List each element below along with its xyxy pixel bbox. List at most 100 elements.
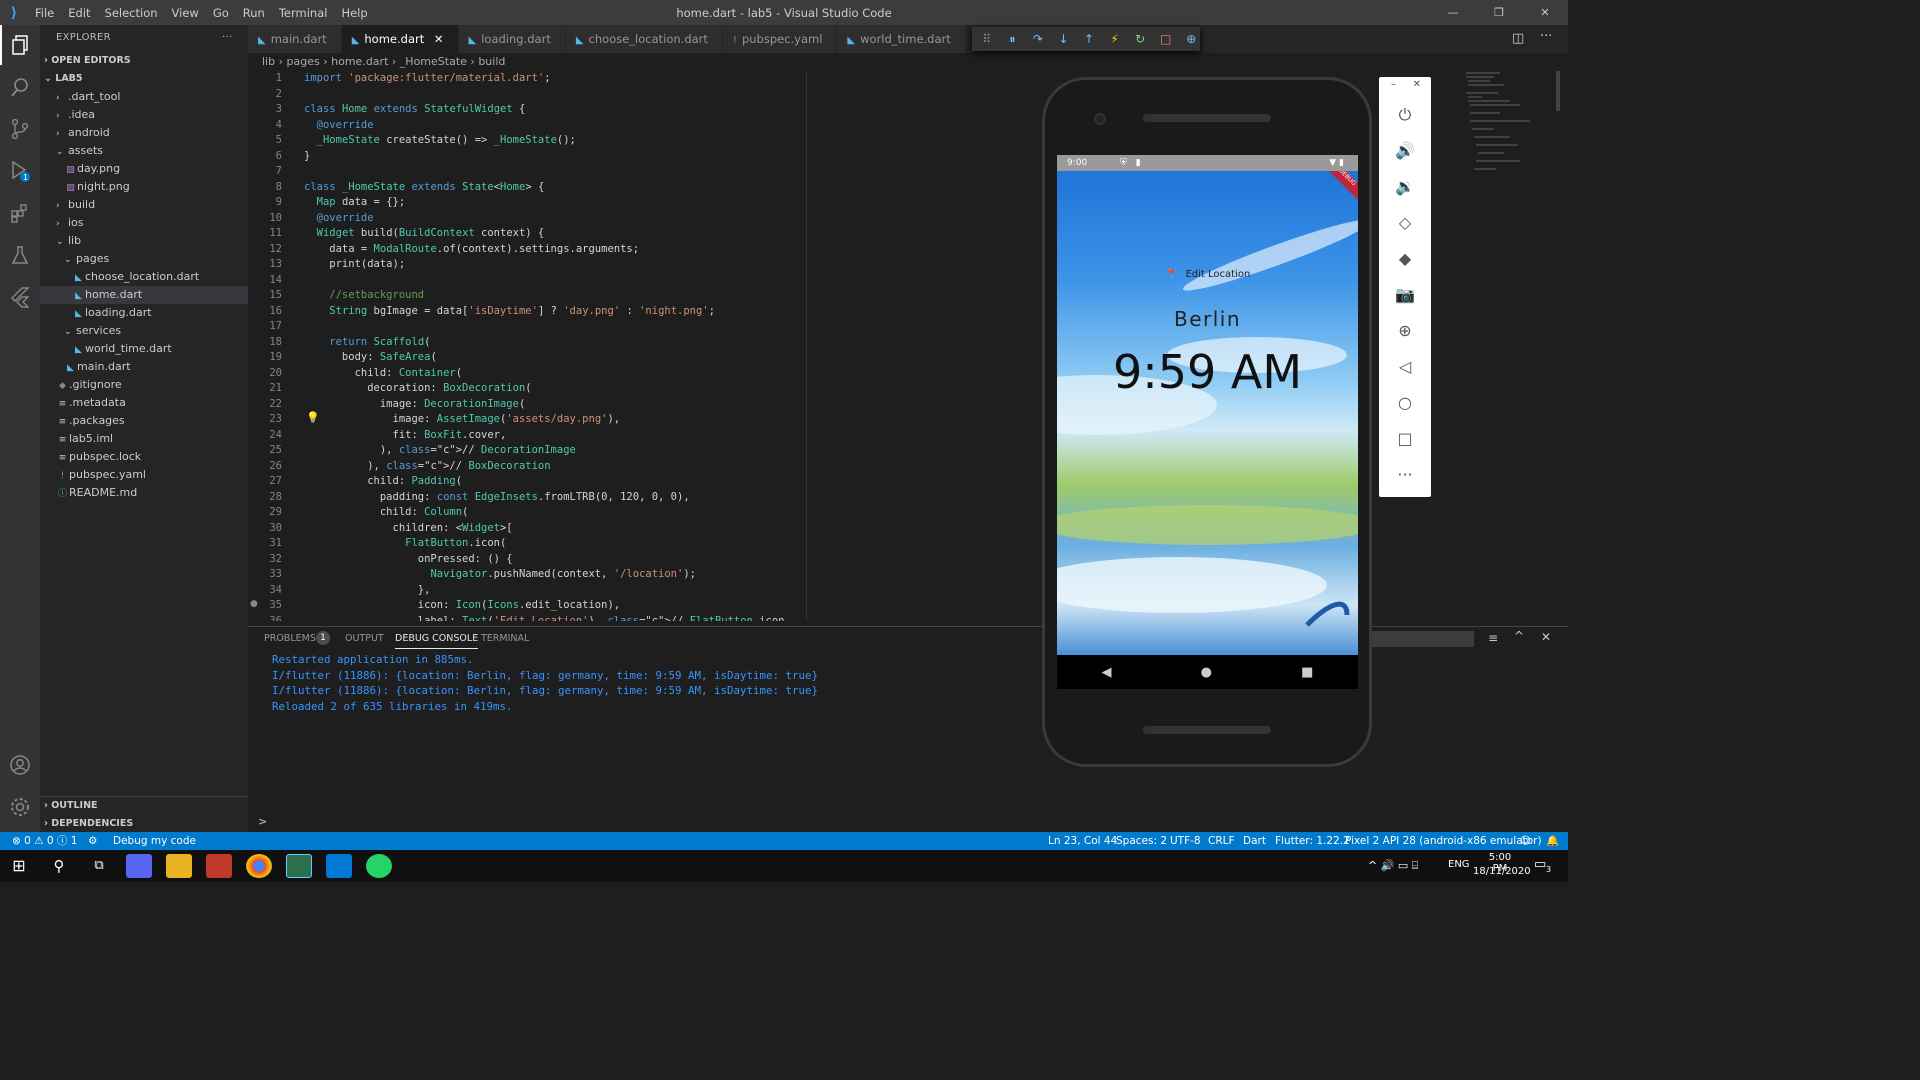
flutter-version[interactable]: Flutter: 1.22.2	[1275, 832, 1350, 850]
code-line[interactable]: Widget build(BuildContext context) {	[304, 227, 545, 239]
tree-item[interactable]: ≡ lab5.iml	[40, 430, 248, 448]
notifications-icon[interactable]: 🔔	[1546, 832, 1559, 850]
dependencies-section[interactable]: › DEPENDENCIES	[40, 815, 248, 833]
chrome-icon[interactable]	[246, 854, 272, 878]
code-line[interactable]: }	[304, 150, 310, 162]
language-indicator[interactable]: ENG	[1448, 859, 1470, 870]
panel-tab-terminal[interactable]: TERMINAL	[481, 633, 529, 644]
menu-terminal[interactable]: Terminal	[279, 6, 328, 20]
tree-item[interactable]: ⌄ services	[40, 322, 248, 340]
hot-reload-icon[interactable]: ⚡	[1106, 32, 1124, 46]
panel-tab-problems[interactable]: PROBLEMS	[264, 633, 316, 644]
app-red-icon[interactable]	[206, 854, 232, 878]
tree-item[interactable]: ▨ night.png	[40, 178, 248, 196]
code-line[interactable]: Map data = {};	[304, 196, 406, 208]
code-line[interactable]: String bgImage = data['isDaytime'] ? 'da…	[304, 305, 715, 317]
code-line[interactable]: import 'package:flutter/material.dart';	[304, 72, 551, 84]
app-screen[interactable]: DEBUG 📍 Edit Location Berlin 9:59 AM	[1057, 155, 1358, 655]
menu-file[interactable]: File	[35, 6, 54, 20]
code-line[interactable]: ), class="c">// BoxDecoration	[304, 460, 550, 472]
debug-config-icon[interactable]: ⚙	[88, 832, 97, 850]
android-studio-icon[interactable]	[286, 854, 312, 878]
outline-section[interactable]: › OUTLINE	[40, 797, 248, 815]
code-line[interactable]: decoration: BoxDecoration(	[304, 382, 531, 394]
tree-item[interactable]: ◣ home.dart	[40, 286, 248, 304]
feedback-icon[interactable]: ☺	[1520, 832, 1531, 850]
step-into-icon[interactable]: ↓	[1055, 32, 1073, 46]
screenshot-icon[interactable]: 📷	[1379, 285, 1431, 304]
code-line[interactable]: class Home extends StatefulWidget {	[304, 103, 525, 115]
discord-icon[interactable]	[126, 854, 152, 878]
code-editor[interactable]: 1 import 'package:flutter/material.dart';…	[248, 71, 808, 621]
settings-gear-icon[interactable]	[0, 787, 40, 827]
tree-item[interactable]: ▨ day.png	[40, 160, 248, 178]
console-prompt[interactable]: >	[258, 815, 267, 828]
tree-item[interactable]: ◆ .gitignore	[40, 376, 248, 394]
code-line[interactable]: _HomeState createState() => _HomeState()…	[304, 134, 576, 146]
emu-overview-icon[interactable]: □	[1379, 429, 1431, 448]
tree-item[interactable]: › ios	[40, 214, 248, 232]
menu-selection[interactable]: Selection	[105, 6, 158, 20]
breadcrumb-item[interactable]: build	[478, 55, 505, 68]
tree-item[interactable]: › .idea	[40, 106, 248, 124]
tree-item[interactable]: › .dart_tool	[40, 88, 248, 106]
explorer-icon[interactable]	[0, 25, 40, 65]
breadcrumb-item[interactable]: home.dart	[331, 55, 388, 68]
tab-main-dart[interactable]: ◣ main.dart	[248, 25, 342, 53]
code-line[interactable]: child: Padding(	[304, 475, 462, 487]
tab-pubspec-yaml[interactable]: ! pubspec.yaml	[722, 25, 838, 53]
tree-item[interactable]: ≡ pubspec.lock	[40, 448, 248, 466]
device-selector[interactable]: Pixel 2 API 28 (android-x86 emulator)	[1345, 832, 1542, 850]
tab-world-time-dart[interactable]: ◣ world_time.dart	[837, 25, 966, 53]
split-editor-icon[interactable]: ◫	[1512, 31, 1524, 46]
tab-choose-location-dart[interactable]: ◣ choose_location.dart	[565, 25, 723, 53]
problems-status[interactable]: ⊗ 0 ⚠ 0 ⓘ 1	[12, 832, 77, 850]
task-view-icon[interactable]: ⧉	[86, 854, 112, 878]
code-line[interactable]: data = ModalRoute.of(context).settings.a…	[304, 243, 639, 255]
tree-item[interactable]: ◣ choose_location.dart	[40, 268, 248, 286]
tab-loading-dart[interactable]: ◣ loading.dart	[458, 25, 566, 53]
menu-run[interactable]: Run	[243, 6, 265, 20]
code-line[interactable]: FlatButton.icon(	[304, 537, 506, 549]
code-line[interactable]: body: SafeArea(	[304, 351, 437, 363]
tree-item[interactable]: ⓘ README.md	[40, 484, 248, 502]
code-line[interactable]: ), class="c">// DecorationImage	[304, 444, 576, 456]
menu-help[interactable]: Help	[341, 6, 367, 20]
back-icon[interactable]: ◀	[1102, 665, 1112, 680]
code-line[interactable]: @override	[304, 212, 374, 224]
tree-item[interactable]: ! pubspec.yaml	[40, 466, 248, 484]
lightbulb-icon[interactable]: 💡	[306, 411, 320, 424]
maximize-panel-icon[interactable]: ^	[1514, 629, 1524, 643]
step-over-icon[interactable]: ↷	[1029, 32, 1047, 46]
code-line[interactable]: icon: Icon(Icons.edit_location),	[304, 599, 620, 611]
code-line[interactable]: image: DecorationImage(	[304, 398, 525, 410]
code-line[interactable]: return Scaffold(	[304, 336, 430, 348]
emu-home-icon[interactable]: ○	[1379, 393, 1431, 412]
tree-item[interactable]: ◣ world_time.dart	[40, 340, 248, 358]
code-line[interactable]: },	[304, 584, 431, 596]
clear-console-icon[interactable]: ≡	[1488, 631, 1498, 645]
extensions-icon[interactable]	[0, 193, 40, 233]
code-line[interactable]: //setbackground	[304, 289, 424, 301]
start-icon[interactable]: ⊞	[6, 854, 32, 878]
close-panel-icon[interactable]: ✕	[1541, 630, 1551, 644]
rotate-right-icon[interactable]: ◆	[1379, 249, 1431, 268]
emu-more-icon[interactable]: ···	[1379, 465, 1431, 484]
date[interactable]: 18/11/2020	[1473, 866, 1531, 877]
tree-item[interactable]: ≡ .metadata	[40, 394, 248, 412]
recents-icon[interactable]: ■	[1301, 665, 1313, 680]
encoding[interactable]: UTF-8	[1170, 832, 1201, 850]
project-section[interactable]: ⌄ LAB5	[40, 70, 248, 88]
code-line[interactable]: children: <Widget>[	[304, 522, 513, 534]
testing-icon[interactable]	[0, 235, 40, 275]
console-filter-input[interactable]	[1372, 631, 1474, 647]
code-line[interactable]: label: Text('Edit Location'), class="c">…	[304, 615, 785, 622]
pause-icon[interactable]: ⏸	[1004, 32, 1022, 47]
close-tab-icon[interactable]: ✕	[430, 32, 444, 46]
code-line[interactable]: fit: BoxFit.cover,	[304, 429, 507, 441]
debug-config[interactable]: Debug my code	[113, 832, 196, 850]
code-line[interactable]: child: Column(	[304, 506, 469, 518]
breadcrumb-item[interactable]: _HomeState	[400, 55, 467, 68]
tree-item[interactable]: ◣ main.dart	[40, 358, 248, 376]
menu-edit[interactable]: Edit	[68, 6, 90, 20]
